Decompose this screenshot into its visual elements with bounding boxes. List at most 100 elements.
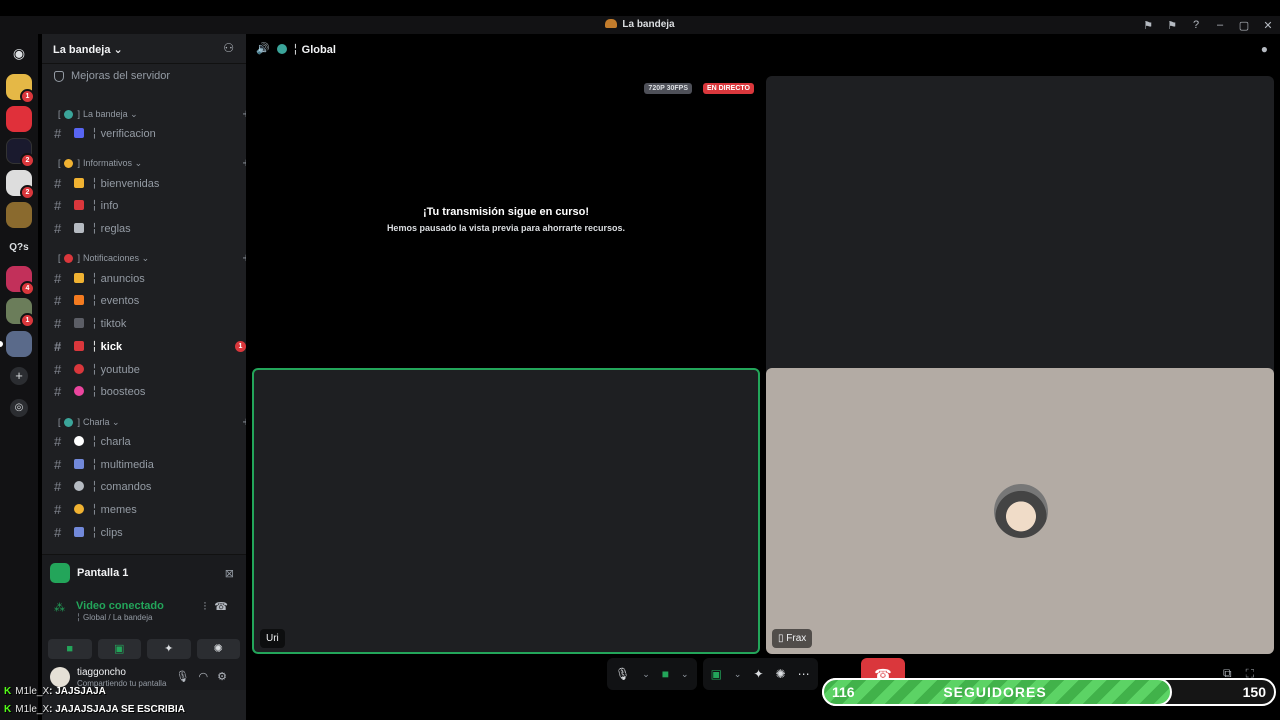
channel-anuncios[interactable]: # ╎ anuncios	[54, 268, 258, 288]
voice-channel-view: 🔊 ╎ Global ● 720P 30FPS EN DIRECTO ¡Tu t…	[246, 34, 1280, 720]
stop-stream-icon[interactable]: ⊠	[225, 567, 234, 580]
channel-comandos[interactable]: # ╎ comandos	[54, 476, 258, 496]
settings-gear-icon[interactable]: ⚙	[217, 671, 236, 683]
channel-list: Mejoras del servidor []La bandeja ⌄+ #╎ …	[42, 64, 250, 554]
speaker-icon: 🔊	[256, 43, 270, 55]
hash-icon: #	[54, 175, 62, 191]
channel-label: ╎ bienvenidas	[91, 177, 160, 190]
server-text-icon[interactable]: Q?s	[0, 242, 38, 253]
screen-share-button[interactable]: ▣	[97, 639, 141, 659]
signal-icon[interactable]: ⁂	[54, 601, 65, 614]
mic-options-chevron-icon[interactable]: ⌄	[642, 669, 650, 680]
channel-label: ╎ reglas	[91, 222, 131, 235]
bracket: [	[58, 158, 61, 168]
username[interactable]: tiaggoncho	[77, 667, 126, 678]
channel-youtube[interactable]: # ╎ youtube	[54, 359, 258, 379]
channel-label: ╎ kick	[91, 340, 123, 353]
phone-icon: ▯	[778, 633, 784, 644]
mention-badge: 1	[235, 340, 246, 352]
category-label: Informativos	[83, 158, 133, 168]
hash-icon: #	[54, 292, 62, 308]
camera-options-chevron-icon[interactable]: ⌄	[681, 669, 689, 680]
stream-preview-row[interactable]: Pantalla 1	[50, 563, 128, 583]
server-icon-active[interactable]	[6, 331, 32, 357]
chat-bubble-icon[interactable]: ●	[1261, 42, 1268, 56]
activities-button[interactable]: ✦	[147, 639, 191, 659]
server-name[interactable]: La bandeja ⌄	[53, 43, 123, 56]
close-button[interactable]: ✕	[1256, 19, 1280, 32]
share-options-chevron-icon[interactable]: ⌄	[734, 669, 742, 680]
camera-icon[interactable]: ■	[662, 667, 669, 681]
channel-charla[interactable]: # ╎ charla	[54, 431, 258, 451]
participant-tile[interactable]: ▯ Frax	[766, 368, 1274, 654]
category-charla[interactable]: []Charla ⌄+	[58, 412, 262, 432]
category-informativos[interactable]: []Informativos ⌄+	[58, 153, 262, 173]
discord-home-icon[interactable]: ◉	[6, 40, 32, 66]
category-label: Notificaciones	[83, 253, 140, 263]
channel-memes[interactable]: # ╎ memes	[54, 499, 258, 519]
stream-tile[interactable]: 720P 30FPS EN DIRECTO ¡Tu transmisión si…	[252, 76, 760, 396]
minimize-button[interactable]: –	[1208, 19, 1232, 31]
channel-label: ╎ eventos	[91, 294, 140, 307]
server-icon-5[interactable]	[6, 202, 32, 228]
inbox-flag-icon[interactable]: ⚑	[1136, 19, 1160, 32]
channel-reglas[interactable]: # ╎ reglas	[54, 218, 258, 238]
category-la-bandeja[interactable]: []La bandeja ⌄+	[58, 104, 262, 124]
channel-emoji	[74, 128, 84, 138]
channel-multimedia[interactable]: # ╎ multimedia	[54, 454, 258, 474]
connection-location[interactable]: ╎ Global / La bandeja	[76, 613, 152, 622]
participant-name: Uri	[260, 629, 285, 648]
stream-chat-overlay: K M1le_X: JAJSJAJA K M1le_X: JAJAJSJAJA SE…	[0, 684, 260, 720]
channel-info[interactable]: # ╎ info	[54, 195, 258, 215]
channel-emoji	[74, 178, 84, 188]
server-rail: ◉ 1 2 2 Q?s 4 1 + ◎	[0, 34, 38, 720]
channel-label: ╎ tiktok	[91, 317, 127, 330]
goal-target: 150	[1242, 684, 1266, 700]
chat-user: M1le_X	[15, 686, 50, 697]
bracket: [	[58, 417, 61, 427]
top-strip	[0, 0, 1280, 16]
invite-icon[interactable]: ⚇	[223, 41, 234, 55]
noise-suppression-icon[interactable]: ⫶	[204, 601, 215, 613]
soundboard-icon[interactable]: ✺	[776, 667, 786, 681]
channel-emoji	[74, 459, 84, 469]
boost-label: Mejoras del servidor	[71, 70, 171, 82]
help-icon[interactable]: ?	[1184, 19, 1208, 31]
window-controls: ⚑ ⚑ ? – ▢ ✕	[1136, 16, 1280, 34]
disconnect-icon[interactable]: ☎	[214, 601, 236, 613]
chat-text: JAJAJSJAJA SE ESCRIBIA	[55, 704, 185, 715]
channel-kick[interactable]: # ╎ kick 1	[54, 336, 258, 356]
channel-label: ╎ boosteos	[91, 385, 146, 398]
explore-icon[interactable]: ◎	[10, 399, 28, 417]
participant-tile-speaking[interactable]: Uri	[252, 368, 760, 654]
maximize-button[interactable]: ▢	[1232, 19, 1256, 32]
channel-tiktok[interactable]: # ╎ tiktok	[54, 313, 258, 333]
participant-tile[interactable]: tiaggoncho	[766, 76, 1274, 396]
channel-eventos[interactable]: # ╎ eventos	[54, 290, 258, 310]
mic-icon[interactable]: 🎙	[615, 667, 630, 681]
category-notificaciones[interactable]: []Notificaciones ⌄+	[58, 248, 262, 268]
channel-emoji	[74, 295, 84, 305]
hash-icon: #	[54, 220, 62, 236]
camera-button[interactable]: ■	[48, 639, 92, 659]
paused-title: ¡Tu transmisión sigue en curso!	[422, 206, 590, 218]
channel-verificacion[interactable]: # ╎ verificacion	[54, 123, 258, 143]
add-server-icon[interactable]: +	[10, 367, 28, 385]
soundboard-button[interactable]: ✺	[196, 639, 240, 659]
activities-icon[interactable]: ✦	[753, 667, 763, 681]
channel-bienvenidas[interactable]: # ╎ bienvenidas	[54, 173, 258, 193]
channel-boosteos[interactable]: # ╎ boosteos	[54, 381, 258, 401]
chat-user: M1le_X	[15, 704, 50, 715]
connection-status[interactable]: Video conectado	[76, 600, 164, 612]
server-icon-2[interactable]	[6, 106, 32, 132]
server-header[interactable]: La bandeja ⌄ ⚇	[42, 34, 246, 64]
more-icon[interactable]: ⋯	[798, 667, 810, 681]
channel-clips[interactable]: # ╎ clips	[54, 522, 258, 542]
category-label: Charla	[83, 417, 110, 427]
kick-icon: K	[4, 704, 12, 715]
mic-icon[interactable]: 🎙	[176, 671, 199, 683]
notifications-icon[interactable]: ⚑	[1160, 19, 1184, 32]
headphones-icon[interactable]: ◠	[199, 671, 218, 683]
screen-share-icon[interactable]: ▣	[711, 667, 722, 681]
server-boosts[interactable]: Mejoras del servidor	[54, 66, 258, 86]
